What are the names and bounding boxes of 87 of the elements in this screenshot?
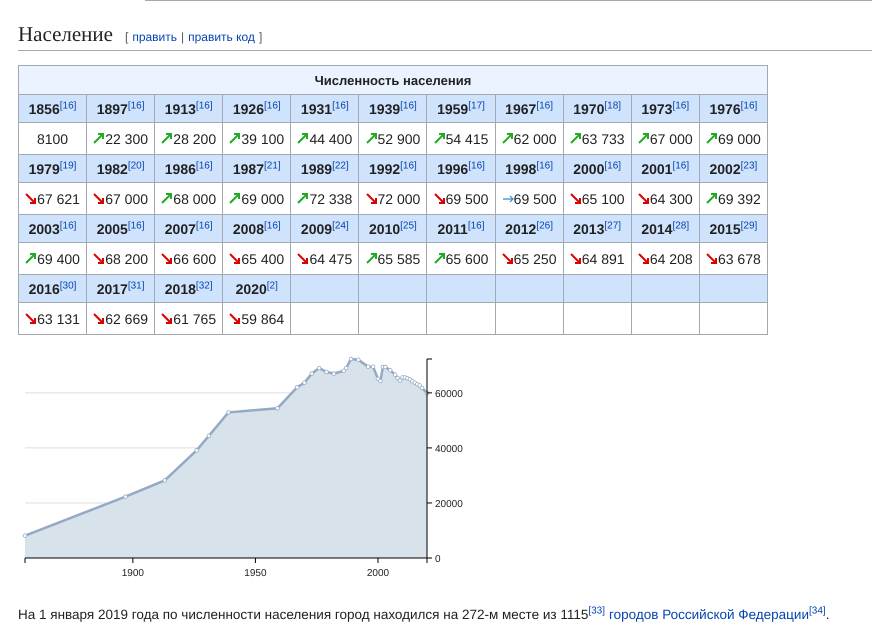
- year: 2017: [96, 280, 128, 296]
- year: 2003: [28, 220, 60, 236]
- year: 1856: [28, 100, 60, 116]
- population-value: 62 000: [514, 130, 556, 146]
- year: 1970: [573, 100, 604, 116]
- population-value: 69 500: [446, 190, 488, 206]
- year: 2000: [573, 160, 604, 176]
- population-value: 8100: [36, 130, 68, 146]
- year: 1986: [164, 160, 196, 176]
- year: 2020: [236, 280, 267, 296]
- year: 2011: [437, 220, 468, 236]
- population-value: 28 200: [173, 130, 216, 146]
- population-value: 69 500: [514, 190, 556, 206]
- year: 1939: [369, 100, 400, 116]
- population-value: 64 208: [650, 250, 693, 266]
- population-value: 64 891: [582, 250, 625, 266]
- population-value: 64 475: [309, 250, 352, 266]
- year: 1897: [96, 100, 128, 116]
- population-value: 52 900: [378, 130, 420, 146]
- population-rank-text: На 1 января 2019 года по численности населения город находился на 272-м месте из 1115$^{[33]}$ городов Российской Федерации$^{[34]}$.: [18, 607, 830, 622]
- y-tick-label: 60000: [435, 388, 463, 400]
- year: 1931: [300, 100, 332, 116]
- population-value: 65 100: [582, 190, 625, 206]
- population-value: 64 300: [650, 190, 693, 206]
- year: 2001: [641, 160, 672, 176]
- year: 2002: [709, 160, 741, 176]
- population-value: 68 000: [173, 190, 216, 206]
- year: 1959: [437, 100, 468, 116]
- y-tick-label: 20000: [435, 498, 463, 510]
- population-value: 69 392: [718, 190, 761, 206]
- population-value: 59 864: [241, 310, 284, 326]
- population-value: 39 100: [241, 130, 284, 146]
- population-value: 63 733: [582, 130, 625, 146]
- year: 2018: [164, 280, 196, 296]
- population-value: 69 000: [241, 190, 284, 206]
- year: 2007: [164, 220, 196, 236]
- year: 1982: [96, 160, 128, 176]
- population-value: 22 300: [105, 130, 148, 146]
- population-value: 67 000: [650, 130, 693, 146]
- section-heading: Население: [18, 22, 113, 47]
- population-value: 65 600: [446, 250, 488, 266]
- bracket: [: [124, 30, 128, 44]
- separator: |: [181, 30, 184, 44]
- population-value: 65 585: [378, 250, 420, 266]
- y-tick-label: 0: [435, 554, 441, 565]
- year: 2016: [28, 280, 60, 296]
- year: 1989: [300, 160, 332, 176]
- year: 1979: [28, 160, 60, 176]
- population-value: 68 200: [105, 250, 148, 266]
- year: 1992: [369, 160, 400, 176]
- population-value: 65 250: [514, 250, 556, 266]
- table-caption: Численность населения: [18, 66, 768, 94]
- year: 1976: [709, 100, 741, 116]
- population-value: 67 621: [37, 190, 80, 206]
- year: 1926: [232, 100, 264, 116]
- population-value: 54 415: [446, 130, 488, 146]
- year: 2014: [641, 220, 672, 236]
- population-value: 61 765: [173, 310, 216, 326]
- population-value: 69 400: [37, 250, 80, 266]
- population-value: 72 338: [309, 190, 352, 206]
- population-value: 72 000: [378, 190, 420, 206]
- population-value: 63 131: [37, 310, 80, 326]
- x-tick-label: 1900: [122, 568, 144, 579]
- population-value: 62 669: [105, 310, 148, 326]
- year: 2009: [300, 220, 332, 236]
- x-tick-label: 2000: [366, 568, 390, 579]
- year: 1996: [437, 160, 468, 176]
- year: 2012: [505, 220, 536, 236]
- year: 2008: [232, 220, 264, 236]
- year: 1973: [641, 100, 672, 116]
- population-value: 67 000: [105, 190, 148, 206]
- year: 1913: [164, 100, 196, 116]
- population-value: 65 400: [241, 250, 284, 266]
- bracket: ]: [258, 30, 262, 44]
- year: 1987: [232, 160, 264, 176]
- year: 2013: [573, 220, 604, 236]
- year: 1998: [505, 160, 536, 176]
- population-value: 63 678: [718, 250, 761, 266]
- y-tick-label: 40000: [435, 444, 463, 455]
- x-tick-label: 1950: [244, 568, 267, 579]
- population-value: 69 000: [718, 130, 761, 146]
- year: 2010: [369, 220, 400, 236]
- population-value: 66 600: [173, 250, 216, 266]
- population-value: 44 400: [309, 130, 352, 146]
- year: 2015: [709, 220, 741, 236]
- year: 1967: [505, 100, 536, 116]
- year: 2005: [96, 220, 128, 236]
